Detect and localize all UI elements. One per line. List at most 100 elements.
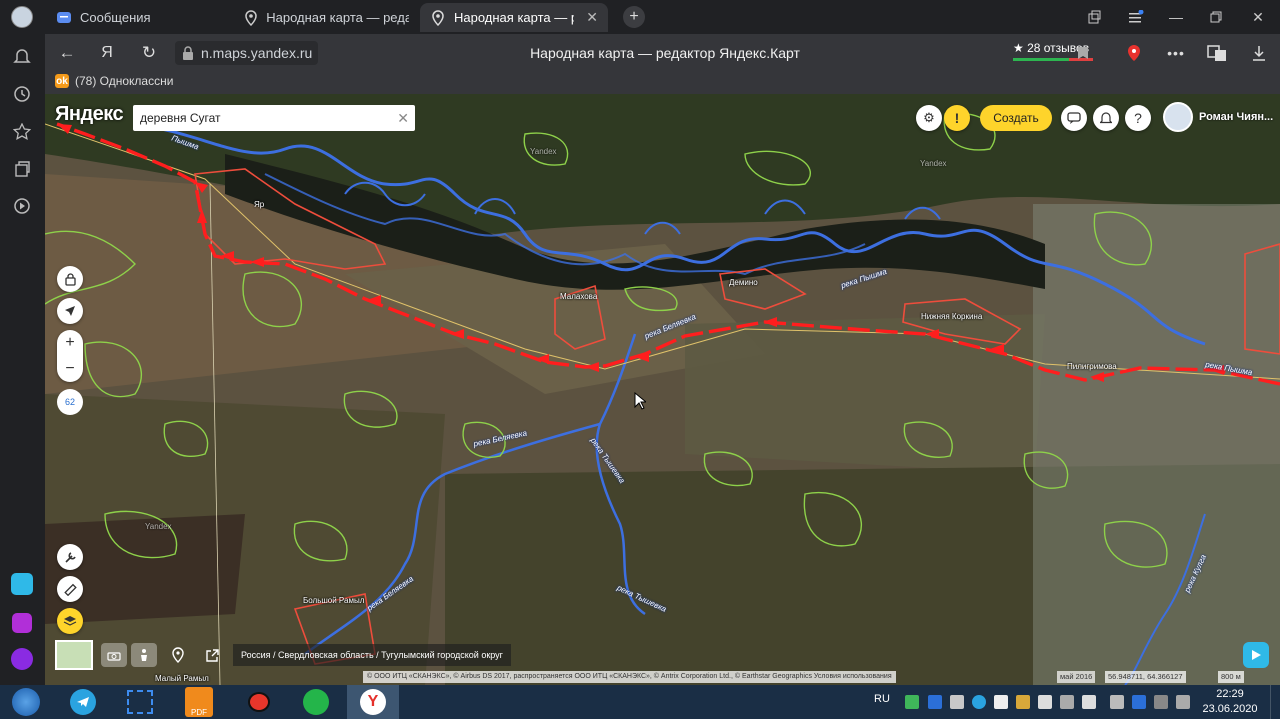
new-tab-button[interactable]: + (623, 6, 645, 28)
tray-app-icon[interactable] (1176, 695, 1190, 709)
reload-icon[interactable]: ↻ (131, 34, 167, 72)
address-bar: ← Я ↻ n.maps.yandex.ru Народная карта — … (45, 34, 1280, 72)
tray-flag-icon[interactable] (1038, 695, 1052, 709)
market-icon[interactable] (11, 612, 33, 634)
open-external-icon[interactable] (200, 643, 224, 667)
messages-icon[interactable] (1061, 105, 1087, 131)
ruler-icon[interactable] (57, 576, 83, 602)
search-value: деревня Сугат (140, 111, 221, 125)
place-label: Малый Рамыл (155, 674, 209, 683)
lock-icon (183, 46, 193, 60)
tabs-icon[interactable] (11, 158, 33, 180)
tray-telegram-icon[interactable] (972, 695, 986, 709)
yandex-logo[interactable]: Яндекс (55, 103, 124, 126)
tray-app-icon[interactable] (905, 695, 919, 709)
tray-app-icon[interactable] (1082, 695, 1096, 709)
assistant-play-icon[interactable] (1243, 642, 1269, 668)
clock-date: 23.06.2020 (1202, 703, 1258, 715)
user-avatar (1163, 102, 1193, 132)
profile-avatar[interactable] (11, 6, 33, 28)
minimize-button[interactable]: — (1156, 0, 1196, 34)
menu-icon[interactable] (1116, 0, 1156, 34)
warning-icon[interactable]: ! (944, 105, 970, 131)
browser-sidebar (0, 34, 45, 685)
back-arrow-icon[interactable]: ← (49, 34, 85, 72)
zoom-level-badge[interactable]: 62 (57, 389, 83, 415)
camera-icon[interactable] (101, 643, 127, 667)
location-pin-icon[interactable] (1116, 34, 1152, 72)
yandex-browser-icon[interactable]: Y (347, 685, 399, 719)
tray-app-icon[interactable] (950, 695, 964, 709)
play-icon[interactable] (11, 195, 33, 217)
download-icon[interactable] (1241, 34, 1277, 72)
url-field[interactable]: n.maps.yandex.ru (175, 41, 319, 65)
chat-icon (56, 10, 72, 26)
close-window-button[interactable]: ✕ (1238, 0, 1278, 34)
mouse-cursor-icon (634, 392, 646, 410)
collections-icon[interactable] (1074, 0, 1114, 34)
network-icon[interactable] (1132, 695, 1146, 709)
tab-label: Сообщения (80, 10, 151, 25)
settings-gear-icon[interactable]: ⚙ (916, 105, 942, 131)
yandex-home-button[interactable]: Я (89, 34, 125, 72)
geolocation-icon[interactable] (57, 298, 83, 324)
windows-taskbar: PDF Y RU 22:29 23.06.2020 (0, 685, 1280, 719)
radio-app-icon[interactable] (290, 685, 342, 719)
system-clock[interactable]: 22:29 23.06.2020 (1200, 687, 1260, 717)
wrench-icon[interactable] (57, 544, 83, 570)
map-pin-icon (430, 9, 446, 26)
ladybug-app-icon[interactable] (233, 685, 285, 719)
map-type-thumbnail[interactable] (55, 640, 93, 670)
place-marker-icon[interactable] (166, 643, 190, 667)
create-button[interactable]: Создать (980, 105, 1052, 131)
tray-app-icon[interactable] (928, 695, 942, 709)
alice-icon[interactable] (11, 648, 33, 670)
map-canvas[interactable]: Яр Малахова Демино Нижняя Коркина Пилигр… (45, 94, 1280, 685)
pdf-tool-icon[interactable]: PDF (173, 685, 225, 719)
user-name: Роман Чиян... (1199, 111, 1274, 123)
screenshot-tool-icon[interactable] (114, 685, 166, 719)
tab-map-editor-1[interactable]: Народная карта — редакт (233, 3, 419, 32)
zen-icon[interactable] (11, 573, 33, 595)
close-tab-icon[interactable]: ✕ (586, 9, 598, 26)
map-pin-icon (243, 9, 258, 26)
restore-button[interactable] (1196, 0, 1236, 34)
show-desktop-button[interactable] (1270, 685, 1280, 719)
lock-map-icon[interactable] (57, 266, 83, 292)
language-indicator[interactable]: RU (874, 693, 890, 705)
region-breadcrumb[interactable]: Россия / Свердловская область / Тугулымс… (233, 644, 511, 666)
tray-app-icon[interactable] (1016, 695, 1030, 709)
bell-icon[interactable] (11, 46, 33, 68)
start-button[interactable] (0, 685, 52, 719)
zoom-in-button[interactable]: + (57, 330, 83, 356)
user-menu[interactable]: Роман Чиян... (1163, 102, 1273, 132)
imagery-date: май 2016 (1057, 671, 1096, 683)
notifications-bell-icon[interactable] (1093, 105, 1119, 131)
bookmark-icon[interactable] (1065, 34, 1101, 72)
zoom-out-button[interactable]: − (57, 356, 83, 382)
star-icon[interactable] (11, 121, 33, 143)
bookmark-odnoklassniki[interactable]: ok (78) Одноклассни (55, 74, 173, 88)
watermark-label: Yandex (145, 522, 172, 531)
tab-map-editor-2[interactable]: Народная карта — ред ✕ (420, 3, 608, 32)
clock-time: 22:29 (1216, 688, 1244, 700)
clear-search-icon[interactable]: ✕ (397, 105, 409, 131)
tab-label: Народная карта — редакт (266, 10, 409, 25)
more-dots-icon[interactable]: ••• (1158, 34, 1194, 72)
tray-app-icon[interactable] (1154, 695, 1168, 709)
telegram-icon[interactable] (57, 685, 109, 719)
street-panorama-icon[interactable] (131, 643, 157, 667)
layers-icon[interactable] (57, 608, 83, 634)
place-label: Пилигримова (1067, 362, 1117, 371)
translate-icon[interactable] (1199, 34, 1235, 72)
place-label: Демино (729, 278, 758, 287)
zoom-control: + − (57, 330, 83, 382)
tab-messages[interactable]: Сообщения (46, 3, 226, 32)
volume-icon[interactable] (1110, 695, 1124, 709)
search-input[interactable]: деревня Сугат ✕ (133, 105, 415, 131)
place-label: Яр (254, 200, 265, 209)
tray-app-icon[interactable] (1060, 695, 1074, 709)
help-icon[interactable]: ? (1125, 105, 1151, 131)
tray-app-icon[interactable] (994, 695, 1008, 709)
history-icon[interactable] (11, 83, 33, 105)
